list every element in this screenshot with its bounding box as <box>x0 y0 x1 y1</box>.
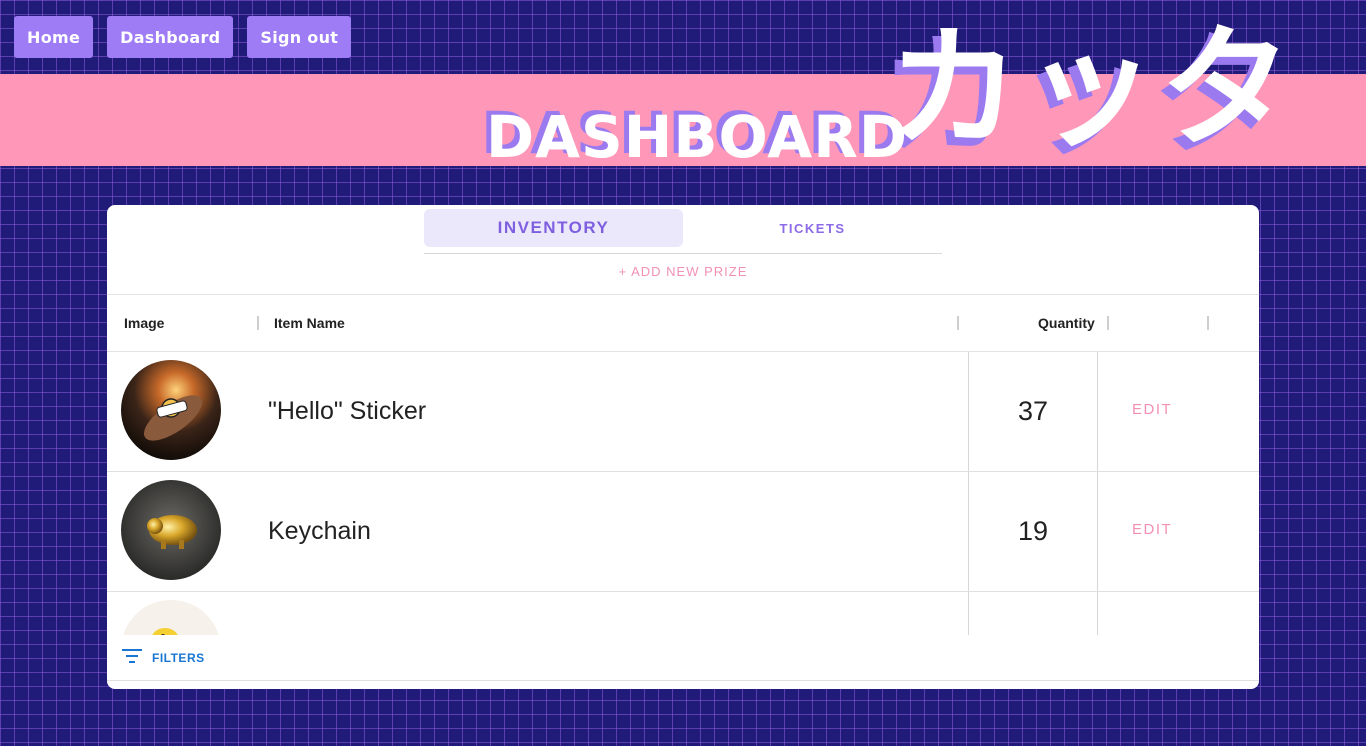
add-new-prize-button[interactable]: + ADD NEW PRIZE <box>107 264 1259 279</box>
cell-divider <box>1097 592 1098 635</box>
edit-button[interactable]: EDIT <box>1132 352 1172 466</box>
page-title: DASHBOARD DASHBOARD <box>481 100 908 171</box>
filters-button[interactable]: FILTERS <box>122 649 205 666</box>
page-title-text: DASHBOARD <box>486 103 908 171</box>
column-header-image[interactable]: Image <box>124 295 164 351</box>
table-body: "Hello" Sticker 37 EDIT Keychain 19 EDIT <box>107 352 1259 635</box>
tab-inventory[interactable]: INVENTORY <box>424 209 683 247</box>
cell-divider <box>1097 472 1098 591</box>
rubber-duck-photo-icon <box>121 600 221 635</box>
inventory-card: INVENTORY TICKETS + ADD NEW PRIZE Image … <box>107 205 1259 689</box>
table-row[interactable]: "Hello" Sticker 37 EDIT <box>107 352 1259 472</box>
column-separator[interactable] <box>957 316 959 330</box>
kana-heading: カッタ カッタ <box>880 12 1296 172</box>
item-name: Keychain <box>268 516 371 545</box>
column-header-quantity[interactable]: Quantity <box>1038 295 1095 351</box>
column-separator[interactable] <box>1107 316 1109 330</box>
table-footer: FILTERS <box>107 635 1259 681</box>
sticker-photo-icon <box>121 360 221 460</box>
pig-keychain-photo-icon <box>121 480 221 580</box>
item-quantity: 19 <box>1017 515 1049 546</box>
edit-button[interactable]: EDIT <box>1132 472 1172 586</box>
table-header: Image Item Name Quantity <box>107 294 1259 352</box>
column-separator[interactable] <box>257 316 259 330</box>
table-row[interactable]: Keychain 19 EDIT <box>107 472 1259 592</box>
home-button[interactable]: Home <box>14 16 94 58</box>
tab-bar: INVENTORY TICKETS <box>424 209 942 254</box>
column-separator[interactable] <box>1207 316 1209 330</box>
column-header-item-name[interactable]: Item Name <box>274 295 345 351</box>
item-name: "Hello" Sticker <box>268 396 427 425</box>
top-nav: Home Dashboard Sign out <box>14 16 352 58</box>
dashboard-button[interactable]: Dashboard <box>107 16 234 58</box>
sign-out-button[interactable]: Sign out <box>247 16 352 58</box>
tab-tickets[interactable]: TICKETS <box>683 209 942 247</box>
item-quantity: 37 <box>1017 395 1049 426</box>
filter-icon <box>122 649 142 666</box>
table-row[interactable] <box>107 592 1259 635</box>
kana-heading-text: カッタ <box>888 12 1296 166</box>
item-quantity <box>969 592 1097 635</box>
filters-label: FILTERS <box>152 650 205 665</box>
cell-divider <box>1097 352 1098 471</box>
